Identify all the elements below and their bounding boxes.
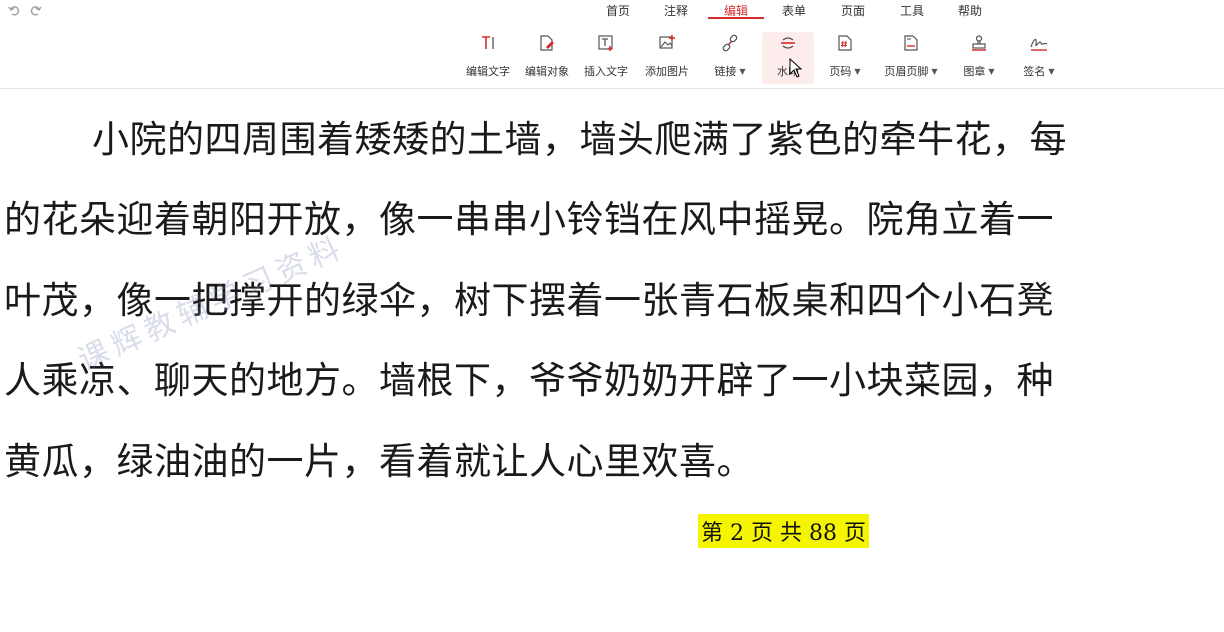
undo-redo-group — [6, 2, 44, 18]
page-number-footer: 第 2 页 共 88 页 — [698, 514, 869, 548]
stamp-icon — [968, 32, 990, 54]
page-number-label: 页码 — [829, 65, 852, 78]
document-page: 小院的四周围着矮矮的土墙，墙头爬满了紫色的牵牛花，每 的花朵迎着朝阳开放，像一串… — [0, 89, 1224, 632]
active-tab-underline — [708, 17, 764, 19]
link-dropdown-button[interactable]: 链接 ▼ — [708, 32, 752, 84]
signature-label: 签名 — [1023, 65, 1046, 78]
tab-page[interactable]: 页面 — [841, 2, 865, 19]
chevron-down-icon: ▼ — [988, 66, 995, 76]
stamp-dropdown-button[interactable]: 图章 ▼ — [958, 32, 1000, 84]
header-footer-dropdown-button[interactable]: 页眉页脚 ▼ — [879, 32, 943, 84]
chevron-down-icon: ▼ — [1048, 66, 1055, 76]
edit-text-icon — [477, 32, 499, 54]
edit-object-icon — [536, 32, 558, 54]
page-number-dropdown-button[interactable]: 页码 ▼ — [823, 32, 867, 84]
chevron-down-icon: ▼ — [739, 66, 746, 76]
watermark-icon — [777, 32, 799, 54]
insert-text-icon — [595, 32, 617, 54]
edit-text-label: 编辑文字 — [466, 65, 510, 78]
chevron-down-icon: ▼ — [854, 66, 861, 76]
paragraph-line-5: 黄瓜，绿油油的一片，看着就让人心里欢喜。 — [4, 440, 754, 483]
paragraph-line-4: 人乘凉、聊天的地方。墙根下，爷爷奶奶开辟了一小块菜园，种 — [4, 359, 1054, 402]
add-image-button[interactable]: 添加图片 — [641, 32, 693, 84]
tab-help[interactable]: 帮助 — [958, 2, 982, 19]
edit-object-button[interactable]: 编辑对象 — [521, 32, 573, 84]
link-label-wrap: 链接 ▼ — [714, 63, 745, 79]
watermark-label: 水印 — [777, 65, 799, 78]
tab-form[interactable]: 表单 — [782, 2, 806, 19]
redo-icon[interactable] — [28, 2, 44, 18]
insert-text-button[interactable]: 插入文字 — [581, 32, 631, 84]
page-number-icon — [834, 32, 856, 54]
signature-dropdown-button[interactable]: 签名 ▼ — [1018, 32, 1060, 84]
add-image-icon — [656, 32, 678, 54]
header-footer-icon — [900, 32, 922, 54]
chevron-down-icon: ▼ — [931, 66, 938, 76]
link-label: 链接 — [714, 65, 737, 78]
tab-annotate[interactable]: 注释 — [664, 2, 688, 19]
edit-text-button[interactable]: 编辑文字 — [463, 32, 513, 84]
signature-label-wrap: 签名 ▼ — [1023, 63, 1054, 79]
header-footer-label-wrap: 页眉页脚 ▼ — [884, 63, 937, 79]
header-footer-label: 页眉页脚 — [884, 65, 929, 78]
insert-text-label: 插入文字 — [584, 65, 628, 78]
link-icon — [719, 32, 741, 54]
undo-icon[interactable] — [6, 2, 22, 18]
paragraph-line-3: 叶茂，像一把撑开的绿伞，树下摆着一张青石板桌和四个小石凳 — [4, 279, 1054, 322]
tab-home[interactable]: 首页 — [606, 2, 630, 19]
page-number-label-wrap: 页码 ▼ — [829, 63, 860, 79]
top-menu-bar: 首页 注释 编辑 表单 页面 工具 帮助 — [0, 0, 1224, 20]
edit-object-label: 编辑对象 — [525, 65, 569, 78]
stamp-label-wrap: 图章 ▼ — [963, 63, 994, 79]
add-image-label: 添加图片 — [645, 65, 689, 78]
edit-ribbon-toolbar: 编辑文字 编辑对象 插入文字 添加图片 链接 ▼ 水印 页码 ▼ 页眉页脚 ▼ … — [0, 20, 1224, 89]
paragraph-line-2: 的花朵迎着朝阳开放，像一串串小铃铛在风中摇晃。院角立着一 — [4, 198, 1054, 241]
signature-icon — [1028, 32, 1050, 54]
tab-tools[interactable]: 工具 — [900, 2, 924, 19]
watermark-button[interactable]: 水印 — [762, 32, 814, 84]
paragraph-line-1: 小院的四周围着矮矮的土墙，墙头爬满了紫色的牵牛花，每 — [92, 118, 1067, 161]
stamp-label: 图章 — [963, 65, 986, 78]
